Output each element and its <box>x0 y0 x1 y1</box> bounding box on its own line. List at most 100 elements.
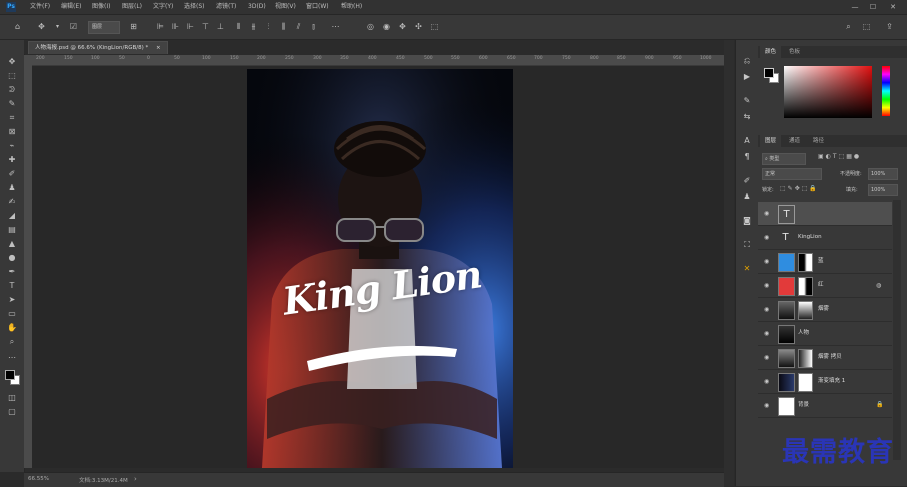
move-tool-icon[interactable]: ✥ <box>36 21 47 32</box>
3d-slide-icon[interactable]: ✣ <box>413 21 424 32</box>
distribute-bottom-icon[interactable]: ⫾ <box>308 21 319 32</box>
3d-scale-icon[interactable]: ⬚ <box>429 21 440 32</box>
eye-icon[interactable]: ◉ <box>764 234 772 241</box>
workspace-icon[interactable]: ⬚ <box>861 21 872 32</box>
chevron-down-icon[interactable]: ▾ <box>52 21 63 32</box>
tab-swatches[interactable]: 色板 <box>784 46 805 58</box>
align-center-icon[interactable]: ⊪ <box>170 21 181 32</box>
document-tab[interactable]: 人物海报.psd @ 66.6% (KingLion/RGB/8) * × <box>28 41 168 54</box>
align-middle-icon[interactable]: ⊥ <box>215 21 226 32</box>
adjustments-panel-icon[interactable]: ✎ <box>740 94 754 108</box>
lock-icon[interactable]: 🔒 <box>876 401 883 408</box>
more-options-icon[interactable]: ⋯ <box>330 21 341 32</box>
transform-controls-icon[interactable]: ⊞ <box>128 21 139 32</box>
opacity-input[interactable]: 100% <box>868 168 898 180</box>
move-tool-icon[interactable]: ✥ <box>5 56 19 68</box>
eye-icon[interactable]: ◉ <box>764 258 772 265</box>
distribute-top-icon[interactable]: ⫼ <box>278 21 289 32</box>
close-window-button[interactable]: ✕ <box>886 1 900 13</box>
3d-orbit-icon[interactable]: ◎ <box>365 21 376 32</box>
history-panel-icon[interactable]: ⎌ <box>740 54 754 68</box>
menu-image[interactable]: 图像(I) <box>92 2 110 12</box>
menu-view[interactable]: 视图(V) <box>275 2 296 12</box>
layer-filter-icons[interactable]: ▣◐T⬚▦● <box>818 153 861 160</box>
layer-row[interactable]: ◉ 背景 🔒 <box>758 394 892 418</box>
dodge-tool-icon[interactable]: ● <box>5 252 19 264</box>
libraries-panel-icon[interactable]: ◙ <box>740 214 754 228</box>
healing-brush-tool-icon[interactable]: ✚ <box>5 154 19 166</box>
eye-icon[interactable]: ◉ <box>764 402 772 409</box>
auto-select-dropdown[interactable]: 图层 <box>88 21 120 34</box>
minimize-button[interactable]: — <box>848 1 862 13</box>
crop-tool-icon[interactable]: ⌗ <box>5 112 19 124</box>
tab-channels[interactable]: 通道 <box>784 135 805 147</box>
layer-row[interactable]: ◉ 人物 <box>758 322 892 346</box>
more-tools-icon[interactable]: ⋯ <box>5 352 19 364</box>
zoom-level[interactable]: 66.55% <box>28 476 49 482</box>
fill-input[interactable]: 100% <box>868 184 898 196</box>
shape-tool-icon[interactable]: ▭ <box>5 308 19 320</box>
color-picker-field[interactable] <box>784 66 872 118</box>
layer-row[interactable]: ◉ T <box>758 202 892 226</box>
type-tool-icon[interactable]: T <box>5 280 19 292</box>
auto-select-checkbox[interactable]: ☑ <box>68 21 79 32</box>
3d-panel-icon[interactable]: ⛶ <box>740 238 754 252</box>
quick-mask-icon[interactable]: ◫ <box>5 392 19 404</box>
layer-row[interactable]: ◉ 烟雾 <box>758 298 892 322</box>
eyedropper-tool-icon[interactable]: ⌁ <box>5 140 19 152</box>
eye-icon[interactable]: ◉ <box>764 330 772 337</box>
menu-file[interactable]: 文件(F) <box>30 2 50 12</box>
lock-icons[interactable]: ⬚✎✥⬚🔒 <box>780 185 819 192</box>
brush-settings-icon[interactable]: ✐ <box>740 174 754 188</box>
align-left-icon[interactable]: ⊫ <box>155 21 166 32</box>
foreground-color-swatch[interactable] <box>5 370 15 380</box>
close-tab-icon[interactable]: × <box>156 45 161 51</box>
menu-help[interactable]: 帮助(H) <box>341 2 362 12</box>
status-arrow-icon[interactable]: › <box>134 475 137 483</box>
distribute-right-icon[interactable]: ⫶ <box>263 21 274 32</box>
fx-icon[interactable]: ◍ <box>876 282 881 289</box>
tab-paths[interactable]: 路径 <box>808 135 829 147</box>
layer-row[interactable]: ◉ T KingLion <box>758 226 892 250</box>
clone-stamp-tool-icon[interactable]: ♟ <box>5 182 19 194</box>
menu-select[interactable]: 选择(S) <box>184 2 205 12</box>
home-icon[interactable]: ⌂ <box>12 21 23 32</box>
poster-artboard[interactable]: King Lion <box>247 69 513 468</box>
eye-icon[interactable]: ◉ <box>764 354 772 361</box>
menu-window[interactable]: 窗口(W) <box>306 2 329 12</box>
share-icon[interactable]: ⇪ <box>884 21 895 32</box>
eye-icon[interactable]: ◉ <box>764 378 772 385</box>
layer-filter-kind[interactable]: ⌕ 类型 <box>762 153 806 165</box>
distribute-left-icon[interactable]: ⫴ <box>233 21 244 32</box>
hue-slider[interactable] <box>882 66 890 116</box>
menu-filter[interactable]: 滤镜(T) <box>216 2 236 12</box>
3d-pan-icon[interactable]: ✥ <box>397 21 408 32</box>
distribute-middle-icon[interactable]: ⫽ <box>293 21 304 32</box>
eye-icon[interactable]: ◉ <box>764 210 772 217</box>
search-icon[interactable]: ⌕ <box>843 21 854 32</box>
tab-color[interactable]: 颜色 <box>760 46 782 58</box>
eraser-tool-icon[interactable]: ◢ <box>5 210 19 222</box>
layer-row[interactable]: ◉ 烟雾 拷贝 <box>758 346 892 370</box>
path-select-tool-icon[interactable]: ➤ <box>5 294 19 306</box>
history-brush-tool-icon[interactable]: ✍ <box>5 196 19 208</box>
lasso-tool-icon[interactable]: ᕲ <box>5 84 19 96</box>
align-right-icon[interactable]: ⊩ <box>185 21 196 32</box>
menu-layer[interactable]: 图层(L) <box>122 2 142 12</box>
blend-mode-select[interactable]: 正常 <box>762 168 822 180</box>
paragraph-panel-icon[interactable]: ¶ <box>740 150 754 164</box>
layer-row[interactable]: ◉ 红 ◍ <box>758 274 892 298</box>
distribute-center-icon[interactable]: ⫵ <box>248 21 259 32</box>
zoom-tool-icon[interactable]: ⌕ <box>5 336 19 348</box>
tab-layers[interactable]: 图层 <box>760 135 782 147</box>
foreground-color-chip[interactable] <box>764 68 774 78</box>
quick-select-tool-icon[interactable]: ✎ <box>5 98 19 110</box>
brush-tool-icon[interactable]: ✐ <box>5 168 19 180</box>
character-panel-icon[interactable]: A <box>740 134 754 148</box>
menu-type[interactable]: 文字(Y) <box>153 2 173 12</box>
screen-mode-icon[interactable]: ▢ <box>5 406 19 418</box>
layer-row[interactable]: ◉ 蓝 <box>758 250 892 274</box>
actions-panel-icon[interactable]: ▶ <box>740 70 754 84</box>
gradient-tool-icon[interactable]: ▤ <box>5 224 19 236</box>
align-top-icon[interactable]: ⊤ <box>200 21 211 32</box>
